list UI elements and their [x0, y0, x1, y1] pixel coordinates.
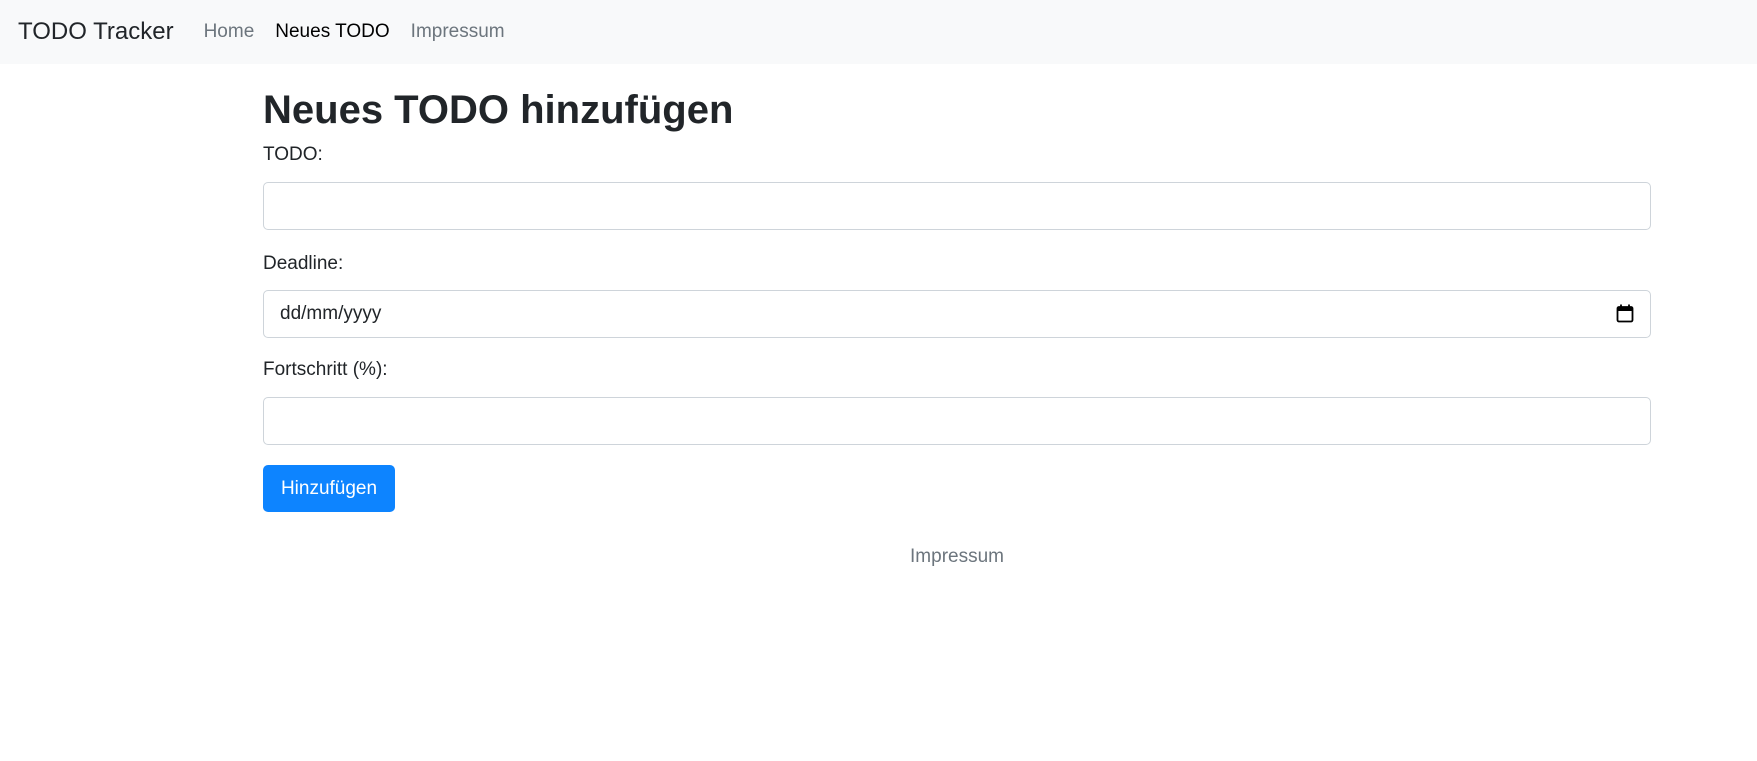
navbar: TODO Tracker Home Neues TODO Impressum	[0, 0, 1757, 64]
deadline-input[interactable]: dd/mm/yyyy	[263, 290, 1651, 338]
nav-link-impressum[interactable]: Impressum	[411, 21, 505, 43]
page-title: Neues TODO hinzufügen	[263, 88, 734, 132]
footer-link-impressum[interactable]: Impressum	[910, 546, 1004, 567]
navbar-brand[interactable]: TODO Tracker	[18, 18, 174, 46]
progress-label: Fortschritt (%):	[263, 359, 388, 380]
progress-input[interactable]	[263, 397, 1651, 445]
deadline-placeholder: dd/mm/yyyy	[280, 303, 382, 324]
add-todo-button[interactable]: Hinzufügen	[263, 465, 395, 512]
deadline-label: Deadline:	[263, 253, 344, 274]
nav-link-neues-todo[interactable]: Neues TODO	[275, 21, 389, 43]
footer: Impressum	[263, 546, 1651, 568]
calendar-icon[interactable]	[1616, 304, 1634, 323]
nav-link-home[interactable]: Home	[204, 21, 255, 43]
todo-label: TODO:	[263, 144, 323, 165]
todo-input[interactable]	[263, 182, 1651, 230]
